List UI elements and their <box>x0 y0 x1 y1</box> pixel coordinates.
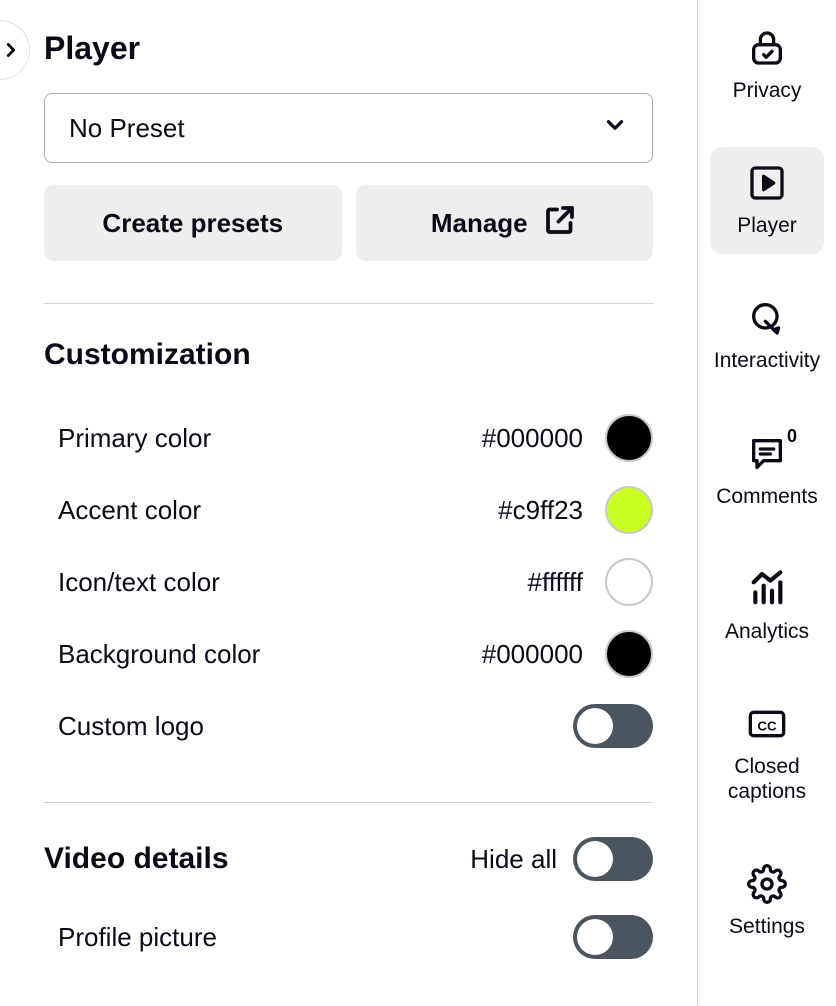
rail-item-player[interactable]: Player <box>710 147 824 254</box>
external-link-icon <box>542 202 578 245</box>
rail-label-settings: Settings <box>729 914 805 939</box>
rail-label-closed-captions: Closed captions <box>714 754 820 804</box>
comment-icon: 0 <box>747 434 787 474</box>
video-details-title: Video details <box>44 842 229 876</box>
background-color-hex: #000000 <box>482 639 583 670</box>
rail-label-analytics: Analytics <box>725 619 809 644</box>
profile-picture-row: Profile picture <box>44 901 653 973</box>
icon-text-color-label: Icon/text color <box>58 567 220 598</box>
accent-color-row: Accent color #c9ff23 <box>44 474 653 546</box>
preset-select[interactable]: No Preset <box>44 93 653 163</box>
svg-text:CC: CC <box>757 719 777 734</box>
create-presets-button[interactable]: Create presets <box>44 185 342 261</box>
hide-all-label: Hide all <box>470 844 557 875</box>
manage-presets-button[interactable]: Manage <box>356 185 654 261</box>
rail-item-privacy[interactable]: Privacy <box>710 12 824 119</box>
create-presets-label: Create presets <box>102 208 283 239</box>
profile-picture-label: Profile picture <box>58 922 217 953</box>
cc-icon: CC <box>747 704 787 744</box>
primary-color-hex: #000000 <box>482 423 583 454</box>
divider <box>44 303 653 304</box>
accent-color-swatch[interactable] <box>605 486 653 534</box>
rail-label-comments: Comments <box>716 484 818 509</box>
icon-text-color-row: Icon/text color #ffffff <box>44 546 653 618</box>
expand-handle[interactable] <box>0 20 30 80</box>
rail-label-privacy: Privacy <box>733 78 802 103</box>
comments-badge: 0 <box>787 426 797 448</box>
custom-logo-label: Custom logo <box>58 711 204 742</box>
customization-title: Customization <box>44 338 653 372</box>
chevron-right-icon <box>0 39 22 61</box>
gear-icon <box>747 864 787 904</box>
preset-buttons: Create presets Manage <box>44 185 653 261</box>
page-title: Player <box>44 30 653 67</box>
primary-color-row: Primary color #000000 <box>44 402 653 474</box>
play-box-icon <box>747 163 787 203</box>
primary-color-label: Primary color <box>58 423 211 454</box>
rail-item-analytics[interactable]: Analytics <box>710 553 824 660</box>
accent-color-label: Accent color <box>58 495 201 526</box>
profile-picture-toggle[interactable] <box>573 915 653 959</box>
rail-label-interactivity: Interactivity <box>714 348 820 373</box>
rail-item-settings[interactable]: Settings <box>710 848 824 955</box>
background-color-row: Background color #000000 <box>44 618 653 690</box>
accent-color-hex: #c9ff23 <box>498 495 583 526</box>
divider <box>44 802 653 803</box>
player-settings-panel: Player No Preset Create presets Manage C… <box>0 0 698 1006</box>
hide-all-toggle[interactable] <box>573 837 653 881</box>
background-color-label: Background color <box>58 639 260 670</box>
preset-selected-value: No Preset <box>69 113 185 144</box>
icon-text-color-hex: #ffffff <box>528 567 583 598</box>
manage-presets-label: Manage <box>431 208 528 239</box>
lock-icon <box>747 28 787 68</box>
rail-label-player: Player <box>737 213 797 238</box>
rail-item-closed-captions[interactable]: CC Closed captions <box>710 688 824 820</box>
rail-item-interactivity[interactable]: Interactivity <box>710 282 824 389</box>
chevron-down-icon <box>602 112 628 145</box>
cursor-click-icon <box>747 298 787 338</box>
analytics-icon <box>747 569 787 609</box>
icon-text-color-swatch[interactable] <box>605 558 653 606</box>
custom-logo-row: Custom logo <box>44 690 653 762</box>
rail-item-comments[interactable]: 0 Comments <box>710 418 824 525</box>
right-rail: Privacy Player Interactivity 0 Comments … <box>698 0 836 1006</box>
custom-logo-toggle[interactable] <box>573 704 653 748</box>
primary-color-swatch[interactable] <box>605 414 653 462</box>
background-color-swatch[interactable] <box>605 630 653 678</box>
